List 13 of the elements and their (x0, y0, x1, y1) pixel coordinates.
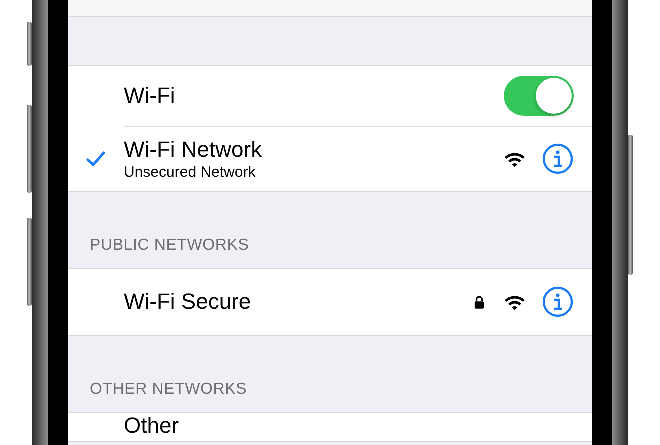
other-network-item[interactable]: Other (124, 413, 180, 439)
network-row[interactable]: Wi-Fi Secure (68, 269, 592, 335)
info-button[interactable] (542, 286, 574, 318)
wifi-signal-icon (504, 294, 526, 310)
wifi-signal-icon (504, 150, 526, 168)
wifi-toggle[interactable] (504, 76, 574, 116)
network-subtitle: Unsecured Network (124, 164, 256, 181)
section-header: PUBLIC NETWORKS (90, 237, 250, 255)
section-header: OTHER NETWORKS (90, 381, 248, 399)
wifi-label: Wi-Fi (124, 83, 176, 109)
network-name: Wi-Fi Network (124, 137, 262, 163)
network-name: Wi-Fi Secure (124, 289, 252, 315)
info-button[interactable] (542, 143, 574, 175)
